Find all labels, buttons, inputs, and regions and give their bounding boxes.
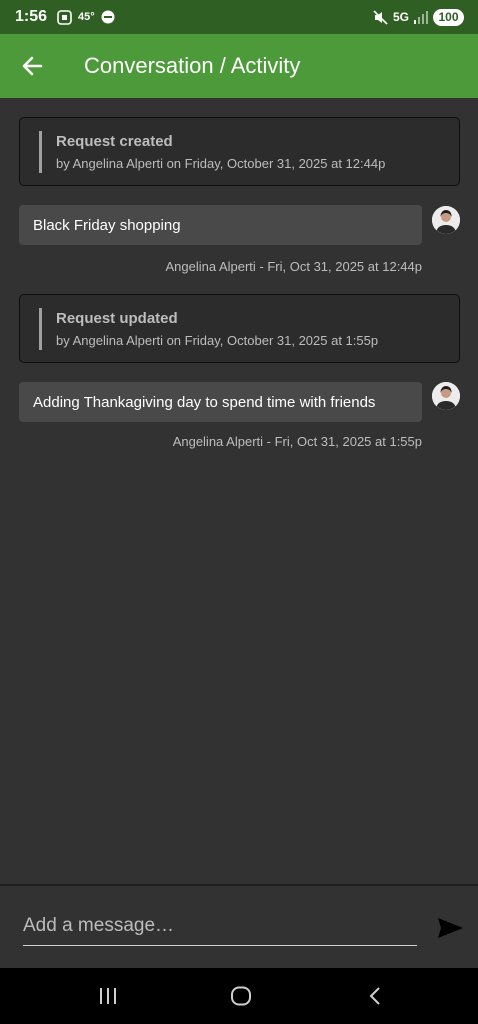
avatar-photo-icon xyxy=(432,382,460,410)
app-notification-icon xyxy=(101,10,115,24)
status-bar: 1:56 45° 5G 100 xyxy=(0,0,478,34)
system-back-button[interactable] xyxy=(355,980,395,1012)
activity-title: Request created xyxy=(56,133,173,150)
status-temperature: 45° xyxy=(78,11,95,23)
send-icon xyxy=(437,918,463,938)
screenshot-icon xyxy=(57,9,72,25)
activity-subtitle: by Angelina Alperti on Friday, October 3… xyxy=(56,156,386,171)
back-icon xyxy=(369,987,380,1005)
back-button[interactable] xyxy=(0,34,64,98)
activity-subtitle: by Angelina Alperti on Friday, October 3… xyxy=(56,333,379,348)
arrow-left-icon xyxy=(22,56,43,76)
avatar[interactable] xyxy=(432,206,460,234)
message-bubble[interactable]: Adding Thankagiving day to spend time wi… xyxy=(19,382,422,422)
page-title: Conversation / Activity xyxy=(84,53,301,78)
status-time: 1:56 xyxy=(15,8,48,25)
status-left: 1:56 45° xyxy=(15,8,115,26)
recent-apps-icon xyxy=(100,988,116,1004)
home-icon xyxy=(231,986,251,1006)
message-bubble[interactable]: Black Friday shopping xyxy=(19,205,422,245)
activity-accent-bar xyxy=(39,131,42,173)
activity-card-created: Request created by Angelina Alperti on F… xyxy=(19,117,460,186)
activity-title: Request updated xyxy=(56,310,178,327)
system-nav-bar xyxy=(0,968,478,1024)
send-button[interactable] xyxy=(434,914,466,942)
signal-icon xyxy=(414,10,428,24)
avatar-photo-icon xyxy=(432,206,460,234)
home-button[interactable] xyxy=(221,980,261,1012)
message-meta: Angelina Alperti - Fri, Oct 31, 2025 at … xyxy=(172,434,422,449)
activity-card-updated: Request updated by Angelina Alperti on F… xyxy=(19,294,460,363)
status-network: 5G xyxy=(392,10,409,24)
status-right: 5G 100 xyxy=(373,8,464,26)
activity-accent-bar xyxy=(39,308,42,350)
recent-apps-button[interactable] xyxy=(88,980,128,1012)
conversation-feed[interactable]: Request created by Angelina Alperti on F… xyxy=(0,98,478,884)
message-meta: Angelina Alperti - Fri, Oct 31, 2025 at … xyxy=(165,259,422,274)
mute-icon xyxy=(373,9,388,25)
message-composer xyxy=(0,884,478,968)
message-input[interactable] xyxy=(23,906,417,946)
avatar[interactable] xyxy=(432,382,460,410)
battery-indicator: 100 xyxy=(433,8,464,26)
app-bar: Conversation / Activity xyxy=(0,34,478,98)
